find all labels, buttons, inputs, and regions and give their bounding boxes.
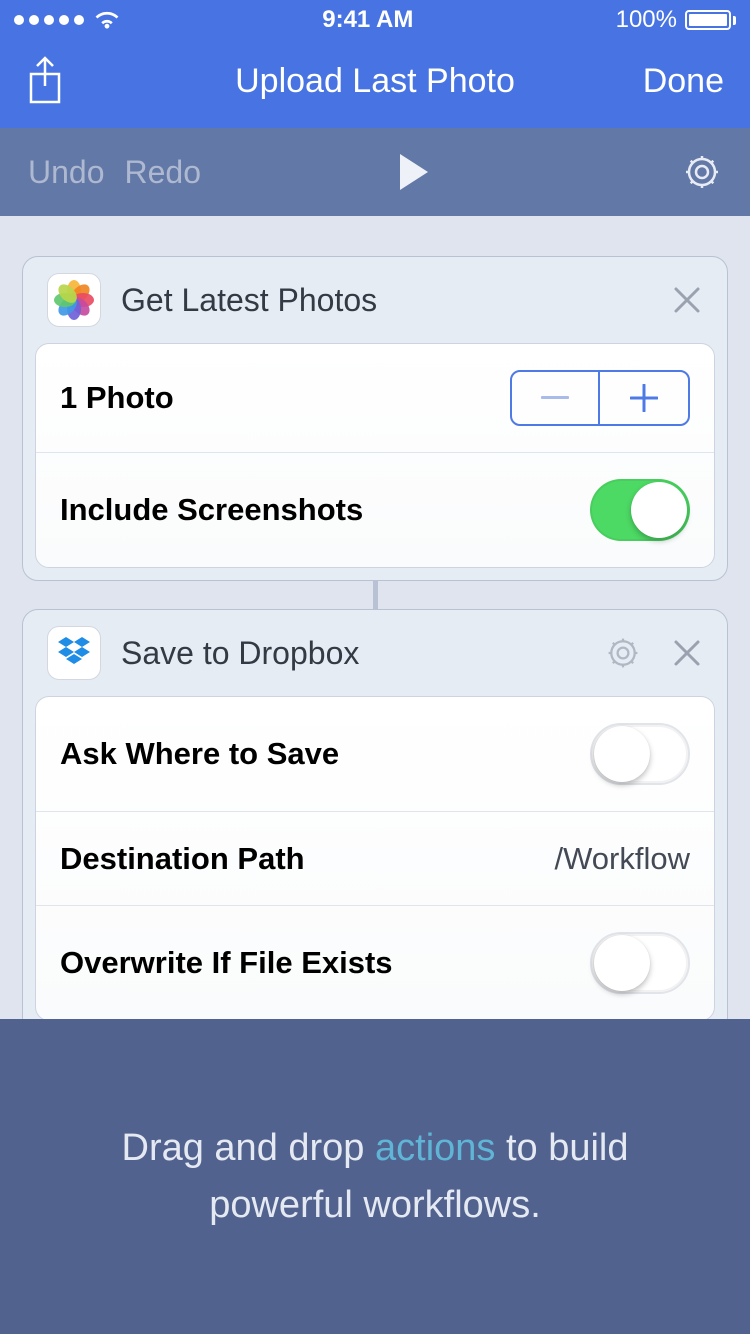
battery-icon	[685, 10, 736, 30]
quantity-stepper[interactable]	[510, 370, 690, 426]
battery-text: 100%	[616, 6, 677, 34]
tip-text: Drag and drop actions to build powerful …	[60, 1120, 690, 1234]
undo-button[interactable]: Undo	[28, 154, 105, 191]
status-left	[14, 10, 120, 30]
action-card-get-latest-photos[interactable]: Get Latest Photos 1 Photo	[22, 256, 728, 581]
dropbox-icon	[47, 626, 101, 680]
status-bar: 9:41 AM 100%	[0, 0, 750, 40]
ask-where-row: Ask Where to Save	[36, 697, 714, 811]
page-title: Upload Last Photo	[116, 62, 634, 101]
action-card-save-to-dropbox[interactable]: Save to Dropbox Ask Where to Save	[22, 609, 728, 1034]
signal-strength-icon	[14, 15, 84, 25]
nav-bar: Upload Last Photo Done	[0, 40, 750, 128]
wifi-icon	[94, 10, 120, 30]
tip-accent: actions	[375, 1127, 495, 1169]
photos-icon	[47, 273, 101, 327]
minus-icon[interactable]	[512, 372, 600, 424]
ask-where-label: Ask Where to Save	[60, 736, 339, 772]
overwrite-label: Overwrite If File Exists	[60, 945, 393, 981]
include-screenshots-row: Include Screenshots	[36, 452, 714, 567]
status-time: 9:41 AM	[322, 6, 413, 34]
close-icon[interactable]	[671, 284, 703, 316]
overwrite-row: Overwrite If File Exists	[36, 905, 714, 1020]
plus-icon[interactable]	[600, 372, 688, 424]
gear-icon[interactable]	[682, 152, 722, 192]
gear-icon[interactable]	[605, 635, 641, 671]
play-icon[interactable]	[390, 150, 434, 194]
close-icon[interactable]	[671, 637, 703, 669]
destination-path-value: /Workflow	[554, 841, 690, 877]
include-screenshots-label: Include Screenshots	[60, 492, 363, 528]
overwrite-toggle[interactable]	[590, 932, 690, 994]
card-title: Get Latest Photos	[121, 282, 651, 319]
tip-pre: Drag and drop	[122, 1127, 376, 1169]
include-screenshots-toggle[interactable]	[590, 479, 690, 541]
status-right: 100%	[616, 6, 736, 34]
action-connector	[373, 581, 378, 609]
photo-count-row: 1 Photo	[36, 344, 714, 452]
share-icon[interactable]	[26, 56, 64, 106]
destination-path-label: Destination Path	[60, 841, 305, 877]
done-button[interactable]: Done	[634, 62, 724, 101]
toolbar: Undo Redo	[0, 128, 750, 216]
tip-overlay: Drag and drop actions to build powerful …	[0, 1019, 750, 1334]
destination-path-row[interactable]: Destination Path /Workflow	[36, 811, 714, 905]
card-title: Save to Dropbox	[121, 635, 585, 672]
ask-where-toggle[interactable]	[590, 723, 690, 785]
photo-count-label: 1 Photo	[60, 380, 174, 416]
